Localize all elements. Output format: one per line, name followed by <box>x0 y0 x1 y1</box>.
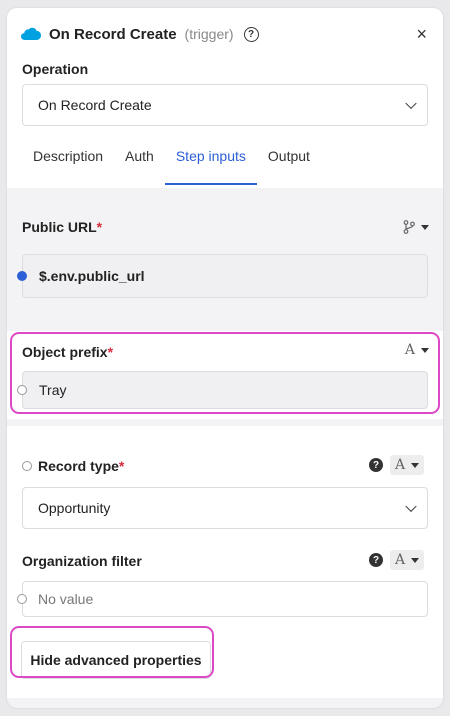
organization-filter-value: No value <box>38 591 94 607</box>
record-type-indicator-dot <box>22 461 32 471</box>
type-a-icon: A <box>395 457 406 473</box>
caret-down-icon <box>411 557 420 563</box>
highlight-advanced-button <box>10 626 214 678</box>
public-url-label: Public URL* <box>22 219 103 235</box>
bound-indicator-dot <box>17 271 27 281</box>
operation-label: Operation <box>22 61 89 77</box>
chevron-down-icon <box>405 500 417 513</box>
tab-output[interactable]: Output <box>257 140 321 185</box>
help-icon[interactable]: ? <box>243 26 259 42</box>
highlight-object-prefix <box>10 332 440 414</box>
step-panel: On Record Create (trigger) ? × Operation… <box>7 8 443 708</box>
record-type-select[interactable]: Opportunity <box>22 487 428 529</box>
panel-top: On Record Create (trigger) ? × Operation… <box>7 8 443 188</box>
operation-value: On Record Create <box>38 97 152 113</box>
organization-filter-field[interactable]: No value <box>22 581 428 617</box>
record-type-type-selector[interactable]: A <box>390 455 425 475</box>
branch-type-selector[interactable] <box>403 220 429 234</box>
organization-filter-type-selector[interactable]: A <box>390 550 425 570</box>
organization-filter-indicator-dot <box>17 594 27 604</box>
public-url-section: Public URL* $.env.public_url <box>7 208 443 308</box>
record-type-value: Opportunity <box>38 500 111 516</box>
public-url-value: $.env.public_url <box>39 268 145 284</box>
panel-header: On Record Create (trigger) ? × <box>21 23 429 45</box>
tab-bar: Description Auth Step inputs Output <box>22 140 321 185</box>
close-icon[interactable]: × <box>416 23 427 45</box>
organization-filter-help-icon[interactable]: ? <box>369 553 383 567</box>
branch-icon <box>403 220 415 234</box>
caret-down-icon <box>411 462 420 468</box>
record-type-label: Record type* <box>38 458 125 474</box>
operation-select[interactable]: On Record Create <box>22 84 428 126</box>
record-type-help-icon[interactable]: ? <box>369 458 383 472</box>
type-a-icon: A <box>395 552 406 568</box>
tab-description[interactable]: Description <box>22 140 114 185</box>
tab-auth[interactable]: Auth <box>114 140 165 185</box>
tab-step-inputs[interactable]: Step inputs <box>164 140 257 185</box>
organization-filter-label: Organization filter <box>22 553 142 569</box>
chevron-down-icon <box>405 97 417 110</box>
public-url-field[interactable]: $.env.public_url <box>22 254 428 298</box>
step-subtitle: (trigger) <box>184 26 234 42</box>
step-title: On Record Create <box>49 25 177 43</box>
salesforce-logo-icon <box>21 27 41 40</box>
caret-down-icon <box>421 224 429 230</box>
